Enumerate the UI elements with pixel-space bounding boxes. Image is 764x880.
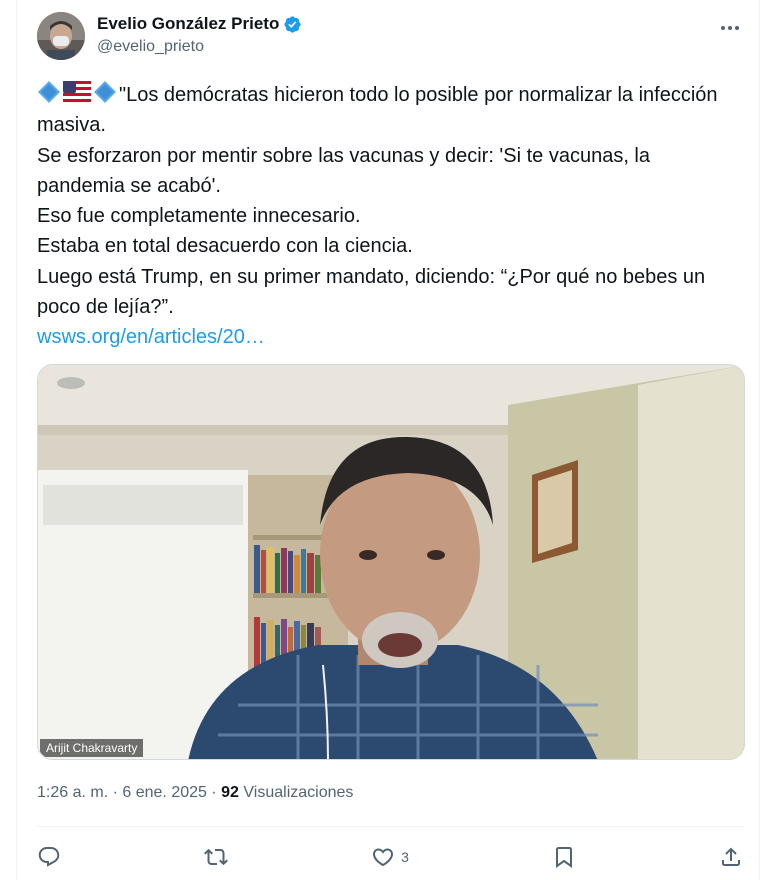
views-label: Visualizaciones [243,784,354,801]
reply-icon [38,847,60,867]
emoji-row [37,80,117,104]
tweet-time[interactable]: 1:26 a. m. [37,784,108,801]
views-count: 92 [221,784,239,801]
video-media[interactable]: Arijit Chakravarty [37,364,745,760]
action-bar: 3 [37,840,743,874]
name-row: Evelio González Prieto [97,12,302,36]
tweet-meta: 1:26 a. m. · 6 ene. 2025 · 92 Visualizac… [37,784,353,802]
retweet-button[interactable] [204,845,228,869]
tweet-line-4: Estaba en total desacuerdo con la cienci… [37,235,413,258]
tweet-line-2: Se esforzaron por mentir sobre las vacun… [37,144,650,197]
article-link[interactable]: wsws.org/en/articles/20… [37,326,265,348]
retweet-icon [204,848,228,866]
blue-diamond-icon [94,81,116,103]
display-name[interactable]: Evelio González Prieto [97,14,279,34]
tweet-card: Evelio González Prieto @evelio_prieto "L… [16,0,760,880]
tweet-date[interactable]: 6 ene. 2025 [122,784,207,801]
heart-icon [373,848,394,867]
author-names: Evelio González Prieto @evelio_prieto [97,12,302,56]
video-caption: Arijit Chakravarty [40,739,144,757]
divider [37,826,745,827]
tweet-line-text: "Los demócratas hicieron todo lo posible… [37,84,718,137]
handle[interactable]: @evelio_prieto [97,38,302,56]
meta-separator: · [112,784,118,801]
meta-separator: · [211,784,217,801]
reply-button[interactable] [37,845,61,869]
more-options-icon[interactable] [715,16,745,40]
like-count: 3 [401,849,409,865]
share-button[interactable] [719,845,743,869]
tweet-header: Evelio González Prieto @evelio_prieto [37,12,745,64]
avatar[interactable] [37,12,85,60]
like-button[interactable]: 3 [371,845,409,869]
video-frame [38,365,744,759]
tweet-line-5: Luego está Trump, en su primer mandato, … [37,265,706,319]
tweet-text: "Los demócratas hicieron todo lo posible… [37,80,743,353]
tweet-line-1: "Los demócratas hicieron todo lo posible… [37,80,743,141]
share-icon [721,847,740,866]
tweet-line-3: Eso fue completamente innecesario. [37,205,361,228]
us-flag-icon [63,81,91,103]
verified-badge-icon [284,15,301,33]
blue-diamond-icon [38,81,60,103]
bookmark-icon [555,847,572,868]
bookmark-button[interactable] [552,845,576,869]
